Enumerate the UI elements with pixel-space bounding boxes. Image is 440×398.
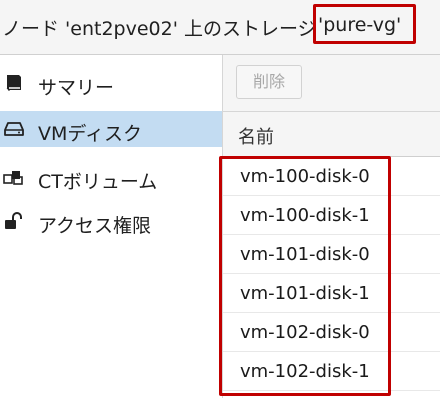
highlight-box-disk-list [219, 156, 391, 396]
sidebar-item-summary[interactable]: サマリー [0, 65, 222, 101]
sidebar-nav: サマリー VMディスク CTボリューム アクセス権限 [0, 55, 223, 398]
book-icon [2, 73, 26, 93]
sidebar-item-permissions[interactable]: アクセス権限 [0, 203, 222, 239]
column-header-label: 名前 [238, 127, 274, 148]
sidebar-item-label: サマリー [38, 77, 115, 99]
sidebar-item-label: VMディスク [38, 123, 143, 145]
page-title: ノード 'ent2pve02' 上のストレージ [2, 18, 317, 40]
sidebar-item-vm-disks[interactable]: VMディスク [0, 111, 222, 147]
sidebar-item-ct-volumes[interactable]: CTボリューム [0, 159, 222, 195]
unlock-icon [2, 211, 26, 231]
hdd-icon [2, 119, 26, 139]
cubes-icon [2, 167, 26, 187]
sidebar-item-label: アクセス権限 [38, 215, 152, 237]
toolbar: 削除 [223, 55, 440, 112]
delete-button[interactable]: 削除 [236, 65, 302, 99]
highlight-box-title [313, 4, 416, 44]
column-header-name[interactable]: 名前 [223, 112, 440, 157]
sidebar-item-label: CTボリューム [38, 171, 158, 193]
